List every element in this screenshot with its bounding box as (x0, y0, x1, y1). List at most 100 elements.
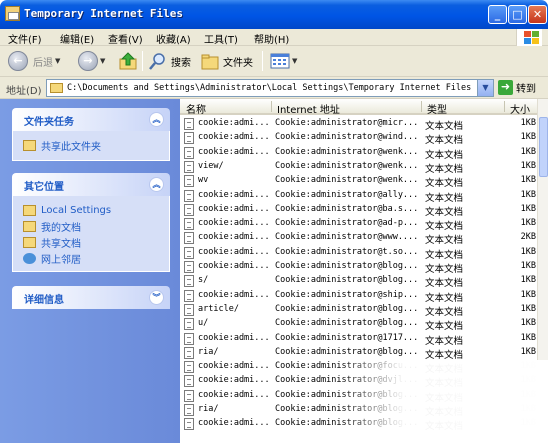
text-file-icon (184, 318, 194, 331)
cell-type: 文本文档 (425, 306, 464, 318)
table-row[interactable]: s/Cookie:administrator@blog... 文本文档 1KB (180, 274, 548, 289)
column-divider[interactable] (504, 101, 505, 112)
place-local-settings[interactable]: Local Settings (23, 202, 159, 218)
cell-size: 1KB (520, 318, 536, 329)
menu-file[interactable]: 文件(F) (8, 31, 42, 46)
cell-type: 文本文档 (425, 235, 464, 247)
table-row[interactable]: cookie:admi... Cookie:administrator@ally.… (180, 189, 548, 204)
minimize-button[interactable]: _ (488, 5, 507, 24)
table-row[interactable]: cookie:admi... Cookie:administrator@wind.… (180, 131, 548, 147)
menu-favorites[interactable]: 收藏(A) (156, 31, 191, 46)
text-file-icon (184, 404, 194, 416)
address-value[interactable]: C:\Documents and Settings\Administrator\… (67, 83, 471, 93)
table-row[interactable]: u/Cookie:administrator@blog... 文本文档 1KB (180, 317, 548, 332)
cell-size: 1KB (520, 332, 536, 343)
details-header[interactable]: 详细信息 ︾ (12, 286, 170, 309)
cell-address: Cookie:administrator@wind... (275, 132, 419, 143)
cell-name: ria/ (198, 404, 219, 414)
column-size[interactable]: 大小 (510, 101, 530, 116)
cell-type: 文本文档 (425, 192, 464, 204)
text-file-icon (184, 361, 194, 374)
column-divider[interactable] (271, 101, 272, 112)
back-label: 后退 (33, 57, 53, 69)
up-folder-button[interactable] (118, 50, 138, 72)
cell-name: cookie:admi... (198, 232, 270, 243)
task-share-folder[interactable]: 共享此文件夹 (23, 137, 159, 153)
text-file-icon (184, 246, 194, 259)
table-row[interactable]: article/Cookie:administrator@blog... 文本文档… (180, 303, 548, 318)
place-my-documents[interactable]: 我的文档 (23, 218, 159, 234)
cell-name: cookie:admi... (198, 132, 270, 143)
title-bar[interactable]: Temporary Internet Files _ □ ✕ (0, 0, 548, 29)
collapse-icon[interactable]: ︽ (149, 177, 164, 192)
menu-tools[interactable]: 工具(T) (204, 31, 238, 46)
folder-icon (23, 220, 36, 232)
table-row[interactable]: cookie:admi... Cookie:administrator@ba.s.… (180, 203, 548, 218)
address-label: 地址(D) (6, 86, 42, 97)
table-row[interactable]: wv Cookie:administrator@wenk... 文本文档 1KB (180, 174, 548, 190)
back-button[interactable]: ← 后退 ▼ (8, 50, 60, 72)
folders-button[interactable]: 文件夹 (200, 50, 253, 72)
column-address[interactable]: Internet 地址 (277, 101, 340, 116)
cell-name: cookie:admi... (198, 332, 270, 343)
cell-size: 1KB (520, 132, 536, 143)
table-row[interactable]: ria/Cookie:administrator@blog... 文本文档 1KB (180, 346, 548, 361)
column-name[interactable]: 名称 (186, 101, 206, 116)
search-button[interactable]: 搜索 (148, 50, 191, 72)
place-shared-documents[interactable]: 共享文档 (23, 234, 159, 250)
menu-bar: 文件(F) 编辑(E) 查看(V) 收藏(A) 工具(T) 帮助(H) (0, 29, 548, 46)
cell-address: Cookie:administrator@blog... (275, 303, 419, 314)
folders-icon (201, 54, 219, 70)
table-row[interactable]: cookie:admi... Cookie:administrator@ship.… (180, 289, 548, 304)
go-button[interactable]: ➜ 转到 (498, 80, 536, 95)
dropdown-arrow-icon[interactable]: ▼ (292, 57, 297, 65)
views-button[interactable]: ▼ (270, 50, 297, 72)
table-row[interactable]: cookie:admi... Cookie:administrator@1717.… (180, 332, 548, 347)
details-panel: 详细信息 ︾ (12, 286, 170, 309)
cell-type: 文本文档 (425, 264, 464, 275)
scrollbar-thumb[interactable] (539, 117, 548, 177)
dropdown-arrow-icon[interactable]: ▼ (100, 57, 105, 65)
column-divider[interactable] (421, 101, 422, 112)
place-network[interactable]: 网上邻居 (23, 250, 159, 266)
folder-tasks-panel: 文件夹任务 ︽ 共享此文件夹 (12, 108, 170, 161)
collapse-icon[interactable]: ︽ (149, 112, 164, 127)
folder-tasks-body: 共享此文件夹 (12, 131, 170, 161)
maximize-button[interactable]: □ (508, 5, 527, 24)
table-row[interactable]: cookie:admi... Cookie:administrator@wenk.… (180, 146, 548, 161)
chevron-down-icon[interactable]: ▼ (477, 80, 493, 96)
close-button[interactable]: ✕ (528, 5, 547, 24)
table-row[interactable]: view/Cookie:administrator@wenk... 文本文档 1KB (180, 160, 548, 175)
cell-name: cookie:admi... (198, 203, 270, 214)
forward-button[interactable]: → ▼ (78, 50, 105, 72)
cell-size: 1KB (520, 175, 536, 186)
table-row[interactable]: cookie:admi... Cookie:administrator@ad-p.… (180, 217, 548, 232)
toolbar-separator (262, 51, 263, 71)
cell-size: 1KB (520, 218, 536, 229)
text-file-icon (184, 132, 194, 145)
address-input[interactable]: C:\Documents and Settings\Administrator\… (46, 79, 494, 97)
cell-size: 1KB (520, 303, 536, 314)
cell-type: 文本文档 (425, 135, 464, 147)
dropdown-arrow-icon[interactable]: ▼ (55, 57, 60, 65)
menu-view[interactable]: 查看(V) (108, 31, 143, 46)
cell-type: 文本文档 (425, 178, 464, 190)
menu-edit[interactable]: 编辑(E) (60, 31, 94, 46)
column-type[interactable]: 类型 (427, 101, 447, 116)
task-label: 共享此文件夹 (41, 141, 101, 153)
cell-name: cookie:admi... (198, 289, 270, 300)
cell-type: 文本文档 (425, 149, 464, 161)
text-file-icon (184, 346, 194, 359)
cell-name: ria/ (198, 346, 219, 357)
table-row[interactable]: cookie:admi... Cookie:administrator@blog.… (180, 260, 548, 275)
expand-icon[interactable]: ︾ (149, 290, 164, 305)
table-row[interactable]: cookie:admi... Cookie:administrator@t.so.… (180, 246, 548, 261)
menu-help[interactable]: 帮助(H) (254, 31, 289, 46)
cell-size: 1KB (520, 118, 536, 128)
table-row[interactable]: cookie:admi... Cookie:administrator@micr.… (180, 117, 548, 132)
table-row[interactable]: cookie:admi... Cookie:administrator@www..… (180, 231, 548, 247)
text-file-icon (184, 418, 194, 431)
other-places-header[interactable]: 其它位置 ︽ (12, 173, 170, 196)
column-header: 名称 Internet 地址 类型 大小 (180, 99, 548, 116)
folder-tasks-header[interactable]: 文件夹任务 ︽ (12, 108, 170, 131)
